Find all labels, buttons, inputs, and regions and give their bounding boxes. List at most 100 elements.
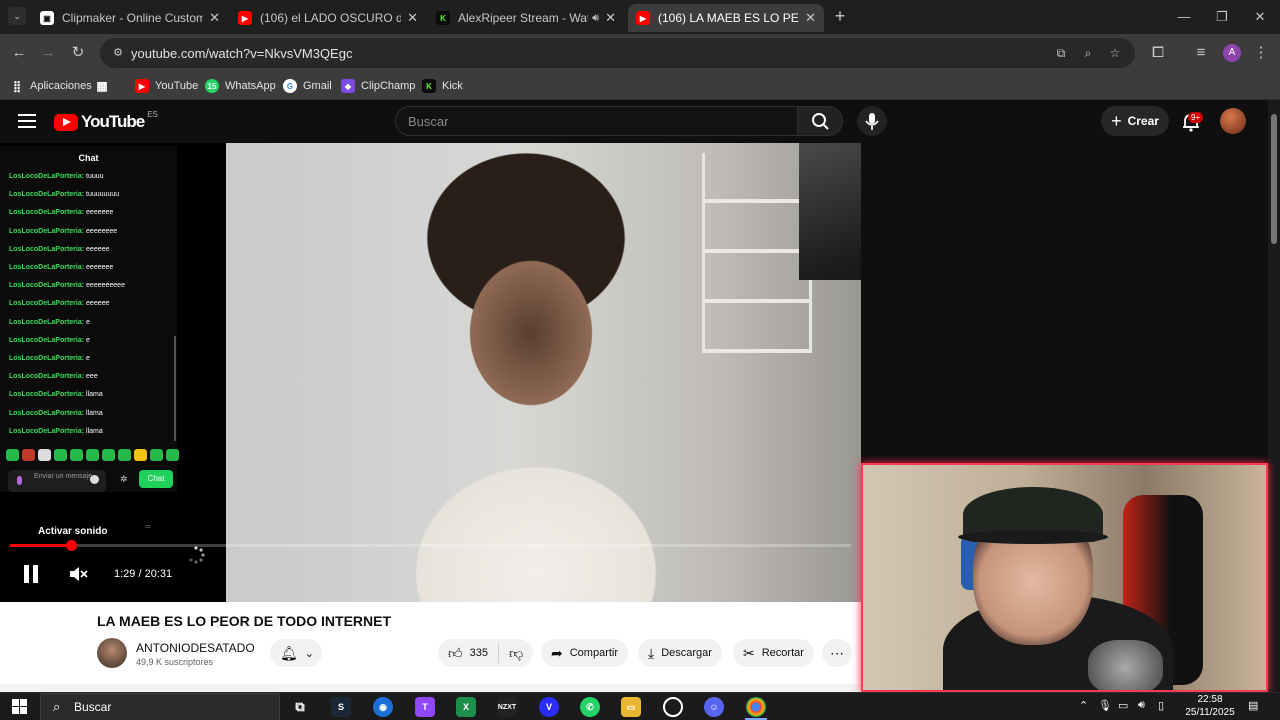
tab-search-button[interactable]: ⌄	[8, 7, 26, 25]
mic-tray-icon[interactable]: 🎙︎	[1098, 699, 1112, 712]
bookmark-star-icon[interactable]: ☆	[1107, 45, 1123, 61]
bookmark-kick[interactable]: K Kick	[422, 76, 463, 96]
task-view-icon[interactable]: ⧉	[290, 697, 310, 717]
discord-icon[interactable]: ☺	[704, 697, 724, 717]
obs-icon[interactable]	[663, 697, 683, 717]
emote-icon[interactable]	[54, 449, 67, 461]
chat-username[interactable]: LosLocoDeLaPorteria:	[9, 264, 84, 271]
emote-icon[interactable]	[6, 449, 19, 461]
profile-avatar[interactable]: A	[1223, 44, 1241, 62]
chat-username[interactable]: LosLocoDeLaPorteria:	[9, 319, 84, 326]
chat-username[interactable]: LosLocoDeLaPorteria:	[9, 337, 84, 344]
chat-username[interactable]: LosLocoDeLaPorteria:	[9, 300, 84, 307]
back-button[interactable]: ←	[8, 42, 30, 64]
create-button[interactable]: + Crear	[1101, 106, 1169, 136]
account-avatar[interactable]	[1220, 108, 1246, 134]
whatsapp-icon[interactable]: ✆	[580, 697, 600, 717]
bookmark-clipchamp[interactable]: ◆ ClipChamp	[341, 76, 415, 96]
youtube-logo[interactable]: YouTube ES	[54, 110, 158, 132]
taskbar-search[interactable]: ⌕ Buscar	[40, 693, 280, 720]
chat-username[interactable]: LosLocoDeLaPorteria:	[9, 410, 84, 417]
steam-icon[interactable]: S	[331, 697, 351, 717]
windows-start-icon[interactable]	[12, 699, 27, 714]
twitch-icon[interactable]: T	[415, 697, 435, 717]
v-app-icon[interactable]: V	[539, 697, 559, 717]
scrollbar-thumb[interactable]	[1271, 114, 1277, 244]
emote-icon[interactable]	[166, 449, 179, 461]
emoji-icon[interactable]	[90, 475, 99, 484]
emote-icon[interactable]	[102, 449, 115, 461]
chat-send-button[interactable]: Chat	[139, 470, 173, 488]
spreadsheet-app-icon[interactable]: X	[456, 697, 476, 717]
channel-avatar[interactable]	[97, 638, 127, 668]
page-scrollbar[interactable]	[1268, 100, 1280, 692]
chat-username[interactable]: LosLocoDeLaPorteria:	[9, 209, 84, 216]
chat-username[interactable]: LosLocoDeLaPorteria:	[9, 428, 84, 435]
taskbar-clock[interactable]: 22:58 25/11/2025	[1180, 693, 1240, 719]
bookmark-youtube[interactable]: ▶ YouTube	[135, 76, 198, 96]
channel-name[interactable]: ANTONIODESATADO	[136, 641, 255, 655]
volume-icon[interactable]: 🔊︎	[1138, 699, 1145, 712]
chat-username[interactable]: LosLocoDeLaPorteria:	[9, 191, 84, 198]
install-app-icon[interactable]: ⧉	[1053, 45, 1069, 61]
chat-message-input[interactable]: Enviar un mensaje	[8, 470, 106, 492]
close-icon[interactable]: ✕	[407, 10, 418, 26]
chat-mic-icon[interactable]	[17, 476, 22, 485]
emote-icon[interactable]	[134, 449, 147, 461]
chat-username[interactable]: LosLocoDeLaPorteria:	[9, 355, 84, 362]
window-close-button[interactable]: ✕	[1241, 0, 1279, 34]
tab-youtube-maeb[interactable]: ▶ (106) LA MAEB ES LO PEOR DE ✕	[628, 4, 824, 32]
chat-username[interactable]: LosLocoDeLaPorteria:	[9, 173, 84, 180]
notification-center-icon[interactable]: ▤	[1248, 699, 1258, 712]
tab-kick-stream[interactable]: K AlexRipeer Stream - Watch 🔊︎ ✕	[428, 4, 624, 32]
zoom-icon[interactable]: ⌕	[1080, 45, 1096, 61]
nzxt-icon[interactable]: NZXT	[497, 697, 517, 717]
more-actions-button[interactable]: ⋯	[822, 639, 852, 667]
menu-icon[interactable]	[18, 114, 36, 128]
share-button[interactable]: ➦ Compartir	[541, 639, 629, 667]
site-info-icon[interactable]: ⚙	[110, 45, 126, 61]
minimize-button[interactable]: —	[1165, 0, 1203, 34]
tab-clipmaker[interactable]: ▣ Clipmaker - Online Custom Intr ✕	[32, 4, 228, 32]
emote-icon[interactable]	[22, 449, 35, 461]
emote-icon[interactable]	[118, 449, 131, 461]
voice-search-button[interactable]	[857, 106, 887, 136]
speaker-icon[interactable]: 🔊︎	[592, 12, 599, 25]
like-button[interactable]: 👍︎	[448, 645, 463, 662]
file-explorer-icon[interactable]: ▭	[621, 697, 641, 717]
tab-youtube-lado-oscuro[interactable]: ▶ (106) el LADO OSCURO de Prac ✕	[230, 4, 426, 32]
emote-icon[interactable]	[38, 449, 51, 461]
network-icon[interactable]: ▭	[1118, 699, 1128, 712]
new-tab-button[interactable]: +	[830, 6, 850, 26]
reading-list-icon[interactable]: ≡	[1190, 42, 1212, 64]
download-button[interactable]: ⤓ Descargar	[638, 639, 722, 667]
bookmark-gmail[interactable]: G Gmail	[283, 76, 332, 96]
extensions-icon[interactable]: ⧠	[1147, 42, 1169, 64]
chat-username[interactable]: LosLocoDeLaPorteria:	[9, 228, 84, 235]
clip-button[interactable]: ✂ Recortar	[733, 639, 814, 667]
close-icon[interactable]: ✕	[209, 10, 220, 26]
chat-settings-icon[interactable]: ✲	[120, 474, 128, 485]
like-count[interactable]: 335	[470, 647, 488, 659]
reload-button[interactable]: ↻	[67, 42, 89, 64]
muted-speaker-icon[interactable]	[68, 566, 88, 582]
emote-icon[interactable]	[70, 449, 83, 461]
chat-username[interactable]: LosLocoDeLaPorteria:	[9, 282, 84, 289]
chrome-icon[interactable]	[746, 697, 766, 717]
search-button[interactable]	[797, 106, 843, 136]
progress-scrubber[interactable]	[65, 540, 77, 551]
progress-bar[interactable]	[10, 540, 851, 551]
chat-username[interactable]: LosLocoDeLaPorteria:	[9, 246, 84, 253]
chat-scrollbar[interactable]	[174, 336, 176, 441]
bookmark-whatsapp[interactable]: 15 WhatsApp	[205, 76, 276, 96]
notification-bell-button[interactable]: 🔔︎ ⌄	[270, 639, 322, 667]
chat-username[interactable]: LosLocoDeLaPorteria:	[9, 391, 84, 398]
dislike-button[interactable]: 👎︎	[509, 645, 523, 662]
show-hidden-icons[interactable]: ⌃	[1079, 699, 1088, 712]
browser-app-icon[interactable]: ◉	[373, 697, 393, 717]
bookmark-apps[interactable]: ⣿ Aplicaciones	[10, 76, 92, 96]
address-bar[interactable]: ⚙ youtube.com/watch?v=NkvsVM3QEgc ⧉ ⌕ ☆	[100, 38, 1135, 68]
chat-username[interactable]: LosLocoDeLaPorteria:	[9, 373, 84, 380]
pause-button[interactable]	[22, 565, 40, 583]
browser-menu-icon[interactable]: ⋮	[1250, 42, 1272, 64]
